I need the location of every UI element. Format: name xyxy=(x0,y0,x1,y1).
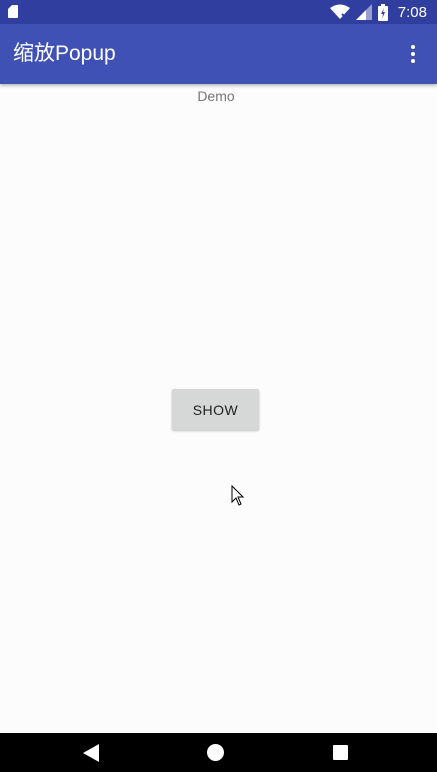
home-icon[interactable] xyxy=(207,744,224,761)
wifi-icon xyxy=(329,4,350,20)
demo-label: Demo xyxy=(197,88,235,104)
signal-icon xyxy=(355,4,372,20)
app-bar: 缩放Popup xyxy=(0,24,437,84)
battery-icon xyxy=(377,3,388,21)
mouse-cursor-icon xyxy=(231,485,245,506)
back-icon[interactable] xyxy=(83,744,99,762)
app-title: 缩放Popup xyxy=(13,42,116,65)
recents-icon[interactable] xyxy=(333,745,348,760)
navigation-bar xyxy=(0,733,437,772)
show-button[interactable]: SHOW xyxy=(172,389,259,430)
status-icons: 7:08 xyxy=(329,0,427,24)
sd-card-icon xyxy=(8,5,18,18)
status-bar: 7:08 xyxy=(0,0,437,24)
status-time: 7:08 xyxy=(397,3,427,21)
more-vert-icon[interactable] xyxy=(401,42,425,66)
